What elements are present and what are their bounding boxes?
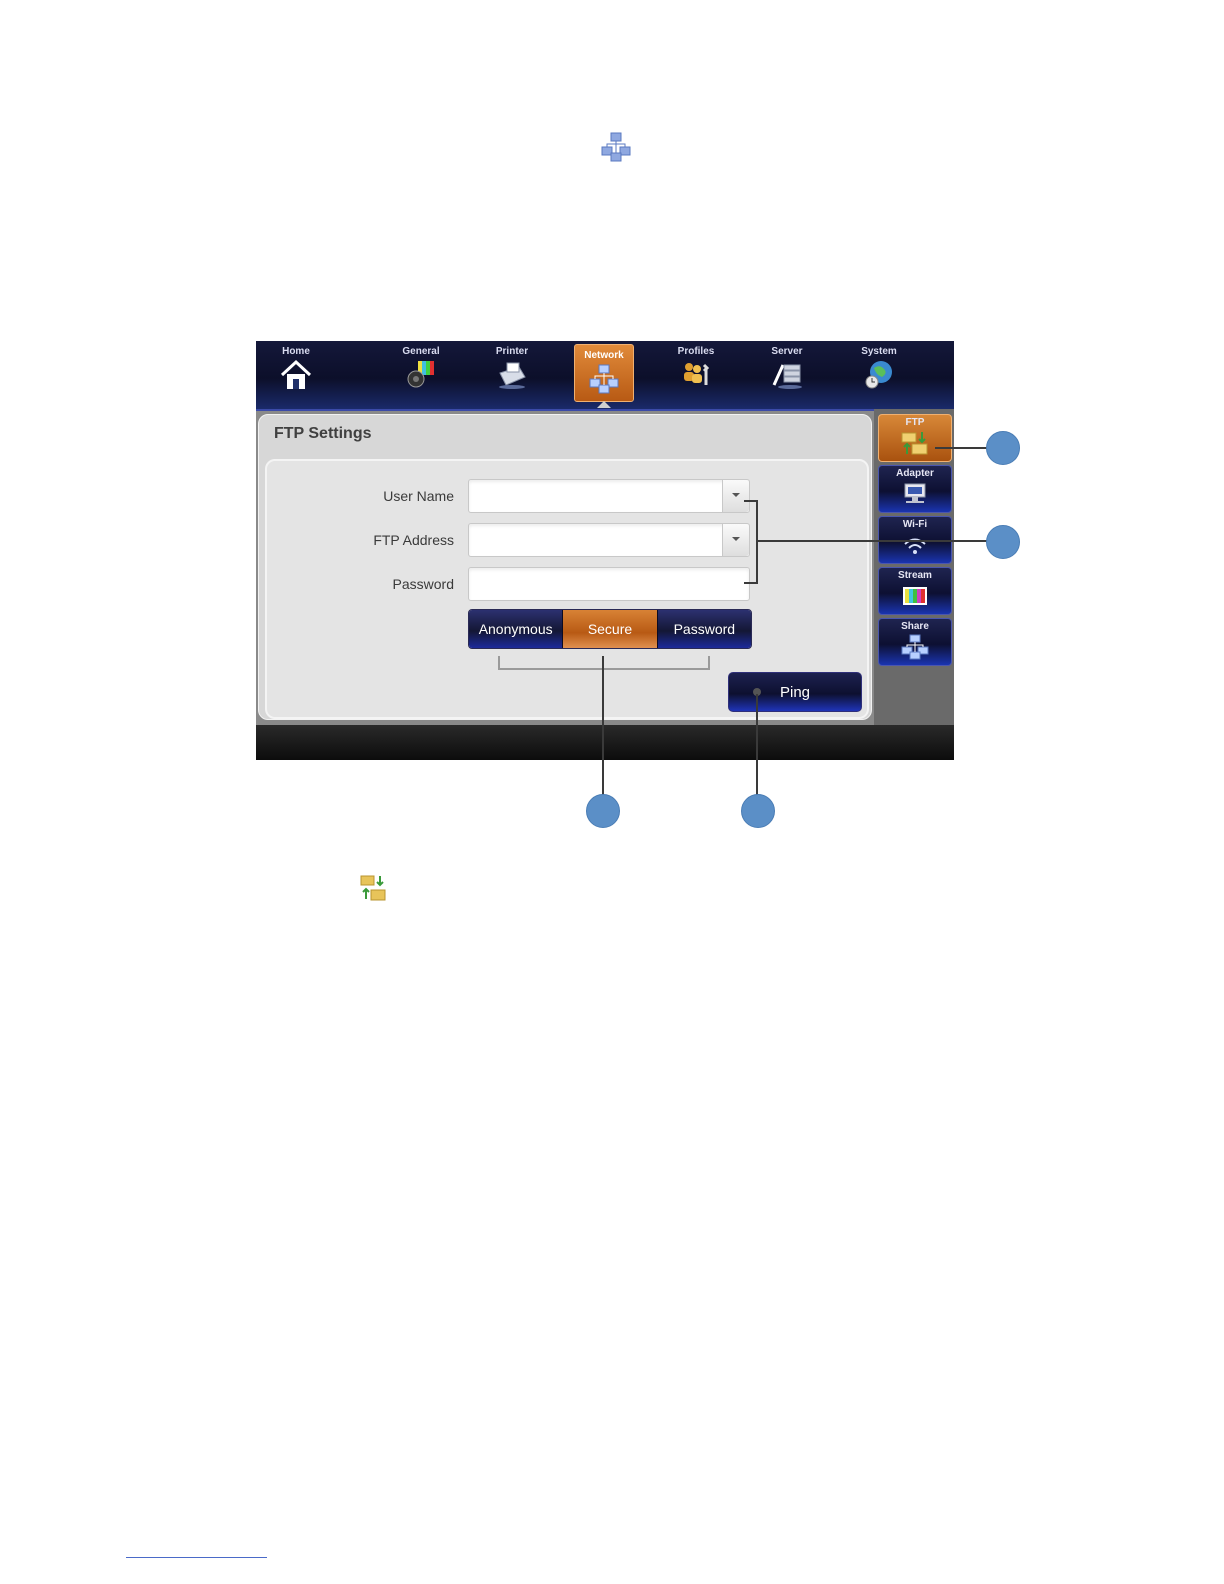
callout-line-fields (758, 540, 989, 542)
top-navigation: Home General Printer Network Profiles Se… (256, 341, 954, 411)
sidebar-item-label: Stream (898, 570, 932, 581)
user-name-label: User Name (383, 488, 454, 504)
sidebar-item-label: FTP (905, 417, 925, 428)
ftp-address-label: FTP Address (373, 532, 454, 548)
callout-line-ftp (935, 447, 989, 449)
bottom-status-bar (256, 725, 954, 760)
user-name-field[interactable] (468, 479, 750, 513)
sidebar-item-stream[interactable]: Stream (878, 567, 952, 615)
nav-item-label: General (402, 346, 440, 357)
nav-item-label: Server (771, 346, 803, 357)
mode-anonymous-button[interactable]: Anonymous (469, 610, 564, 648)
nav-item-network[interactable]: Network (574, 344, 634, 402)
password-label: Password (392, 576, 454, 592)
nav-item-label: Printer (495, 346, 529, 357)
callout-line-ping (756, 694, 758, 796)
share-icon (901, 634, 929, 660)
callout-marker-fields (986, 525, 1020, 559)
password-field[interactable] (468, 567, 750, 601)
active-tab-caret (597, 401, 611, 408)
ftp-address-field[interactable] (468, 523, 750, 557)
user-name-dropdown-button[interactable] (722, 480, 749, 512)
bracket-fields-vertical (756, 500, 758, 584)
ftp-settings-screen: Home General Printer Network Profiles Se… (256, 341, 954, 760)
chevron-down-icon (732, 537, 740, 541)
sidebar-item-label: Adapter (896, 468, 934, 479)
nav-item-label: Profiles (677, 346, 715, 357)
sidebar-item-share[interactable]: Share (878, 618, 952, 666)
nav-item-general[interactable]: General (391, 341, 451, 405)
callout-marker-modes (586, 794, 620, 828)
bracket-fields-bottom (744, 582, 758, 584)
nav-item-home[interactable]: Home (266, 341, 326, 405)
bracket-modes-bottom (498, 668, 710, 670)
nav-item-server[interactable]: Server (757, 341, 817, 405)
mode-password-button[interactable]: Password (657, 610, 751, 648)
nav-item-system[interactable]: System (849, 341, 909, 405)
profiles-icon (684, 363, 710, 385)
general-icon (407, 361, 434, 388)
server-icon (772, 364, 802, 389)
user-name-input[interactable] (469, 480, 725, 510)
network-icon (589, 364, 619, 394)
sidebar-item-ftp[interactable]: FTP (878, 414, 952, 462)
callout-marker-ping (741, 794, 775, 828)
sidebar-item-label: Wi-Fi (902, 519, 928, 530)
ftp-icon (360, 875, 386, 901)
footnote-separator (126, 1557, 267, 1558)
nav-item-profiles[interactable]: Profiles (666, 341, 726, 405)
printer-icon (499, 362, 526, 389)
sidebar-item-adapter[interactable]: Adapter (878, 465, 952, 513)
ftp-icon (901, 432, 928, 455)
callout-line-modes (602, 656, 604, 796)
nav-item-label: System (861, 346, 897, 357)
sidebar-item-label: Share (901, 621, 929, 632)
chevron-down-icon (732, 493, 740, 497)
login-mode-selector: Anonymous Secure Password (468, 609, 752, 649)
nav-item-label: Home (282, 346, 310, 357)
adapter-icon (904, 483, 926, 503)
system-globe-icon (865, 361, 892, 389)
mode-secure-button[interactable]: Secure (563, 610, 658, 648)
bracket-modes-right (708, 656, 710, 670)
callout-marker-ftp (986, 431, 1020, 465)
nav-item-label: Network (584, 350, 624, 361)
nav-item-printer[interactable]: Printer (482, 341, 542, 405)
home-icon (280, 359, 312, 389)
ftp-address-dropdown-button[interactable] (722, 524, 749, 556)
ping-button[interactable]: Ping (728, 672, 862, 712)
stream-icon (903, 587, 927, 605)
wifi-icon (904, 538, 926, 554)
panel-title: FTP Settings (274, 425, 372, 442)
sub-navigation: FTP Adapter Wi-Fi Stream Share (874, 409, 954, 725)
password-input[interactable] (469, 568, 725, 598)
ftp-address-input[interactable] (469, 524, 725, 554)
network-icon (601, 132, 631, 162)
